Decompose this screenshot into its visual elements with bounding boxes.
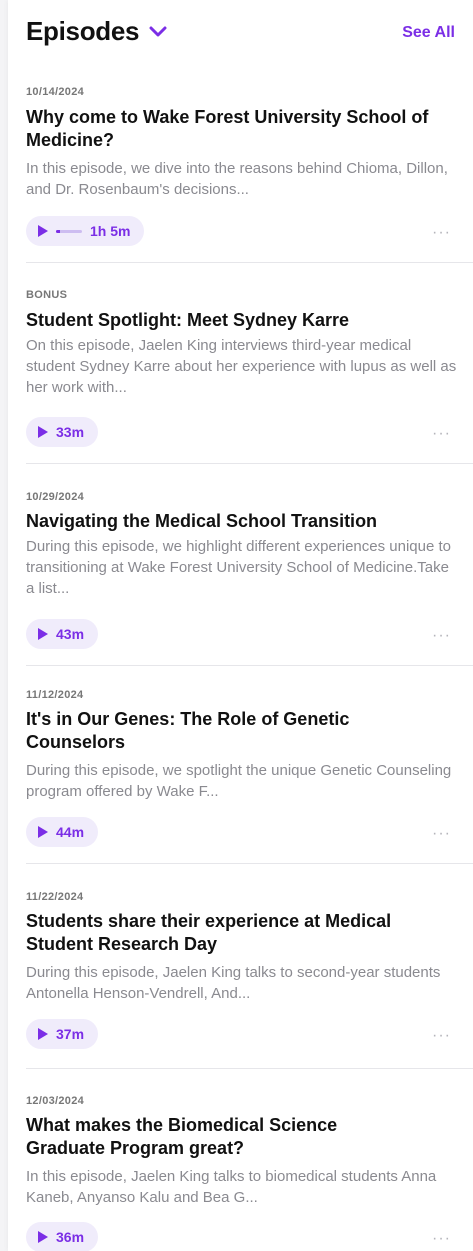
episode-date: BONUS (26, 289, 68, 301)
play-button[interactable]: 37m (26, 1019, 99, 1049)
episode-title: Students share their experience at Medic… (26, 911, 392, 954)
episode-title: Navigating the Medical School Transition (26, 511, 378, 531)
episode-description: In this episode, Jaelen King talks to bi… (26, 1168, 437, 1206)
more-icon[interactable]: ··· (432, 628, 451, 644)
episode-duration: 33m (56, 424, 85, 440)
episode-description: During this episode, Jaelen King talks t… (26, 964, 441, 1002)
episode-item[interactable]: 12/03/2024 What makes the Biomedical Sci… (26, 1069, 473, 1251)
episode-description: On this episode, Jaelen King interviews … (26, 337, 457, 396)
play-icon (38, 426, 48, 438)
episode-description: During this episode, we spotlight the un… (26, 762, 452, 800)
episode-duration: 44m (56, 824, 85, 840)
more-icon[interactable]: ··· (432, 225, 451, 241)
play-icon (38, 1231, 48, 1243)
play-icon (38, 826, 48, 838)
episodes-dropdown[interactable]: Episodes (26, 16, 169, 47)
episode-title: It's in Our Genes: The Role of Genetic C… (26, 709, 350, 752)
see-all-link[interactable]: See All (402, 24, 455, 42)
play-button[interactable]: 33m (26, 417, 99, 447)
episode-duration: 36m (56, 1229, 85, 1245)
episode-date: 10/14/2024 (26, 86, 85, 98)
episode-date: 12/03/2024 (26, 1095, 85, 1107)
episode-item[interactable]: 11/12/2024 It's in Our Genes: The Role o… (26, 666, 473, 864)
play-icon (38, 628, 48, 640)
episode-duration: 1h 5m (90, 223, 131, 239)
episode-duration: 43m (56, 626, 85, 642)
episode-description: In this episode, we dive into the reason… (26, 160, 448, 198)
more-icon[interactable]: ··· (432, 1231, 451, 1247)
progress-bar (56, 229, 82, 233)
episode-title: Student Spotlight: Meet Sydney Karre (26, 310, 350, 330)
play-button[interactable]: 1h 5m (26, 216, 145, 246)
episode-description: During this episode, we highlight differ… (26, 538, 451, 597)
episode-title: Why come to Wake Forest University Schoo… (26, 107, 429, 150)
play-icon (38, 1028, 48, 1040)
episode-item[interactable]: 10/29/2024 Navigating the Medical School… (26, 464, 473, 666)
more-icon[interactable]: ··· (432, 1028, 451, 1044)
episode-date: 10/29/2024 (26, 491, 85, 503)
episodes-header: Episodes See All (8, 0, 473, 62)
section-title: Episodes (26, 16, 140, 46)
chevron-down-icon (147, 21, 169, 43)
episode-date: 11/22/2024 (26, 891, 84, 903)
episode-duration: 37m (56, 1026, 85, 1042)
more-icon[interactable]: ··· (432, 826, 451, 842)
episode-date: 11/12/2024 (26, 689, 84, 701)
episode-item[interactable]: 10/14/2024 Why come to Wake Forest Unive… (26, 62, 473, 263)
episodes-panel: Episodes See All 10/14/2024 Why come to … (8, 0, 473, 1251)
play-button[interactable]: 36m (26, 1222, 99, 1251)
episode-item[interactable]: BONUS Student Spotlight: Meet Sydney Kar… (26, 263, 473, 464)
progress-fill (56, 229, 60, 233)
play-button[interactable]: 43m (26, 619, 99, 649)
play-button[interactable]: 44m (26, 817, 99, 847)
play-icon (38, 225, 48, 237)
episode-item[interactable]: 11/22/2024 Students share their experien… (26, 864, 473, 1069)
episode-title: What makes the Biomedical Science Gradua… (26, 1115, 338, 1158)
more-icon[interactable]: ··· (432, 426, 451, 442)
